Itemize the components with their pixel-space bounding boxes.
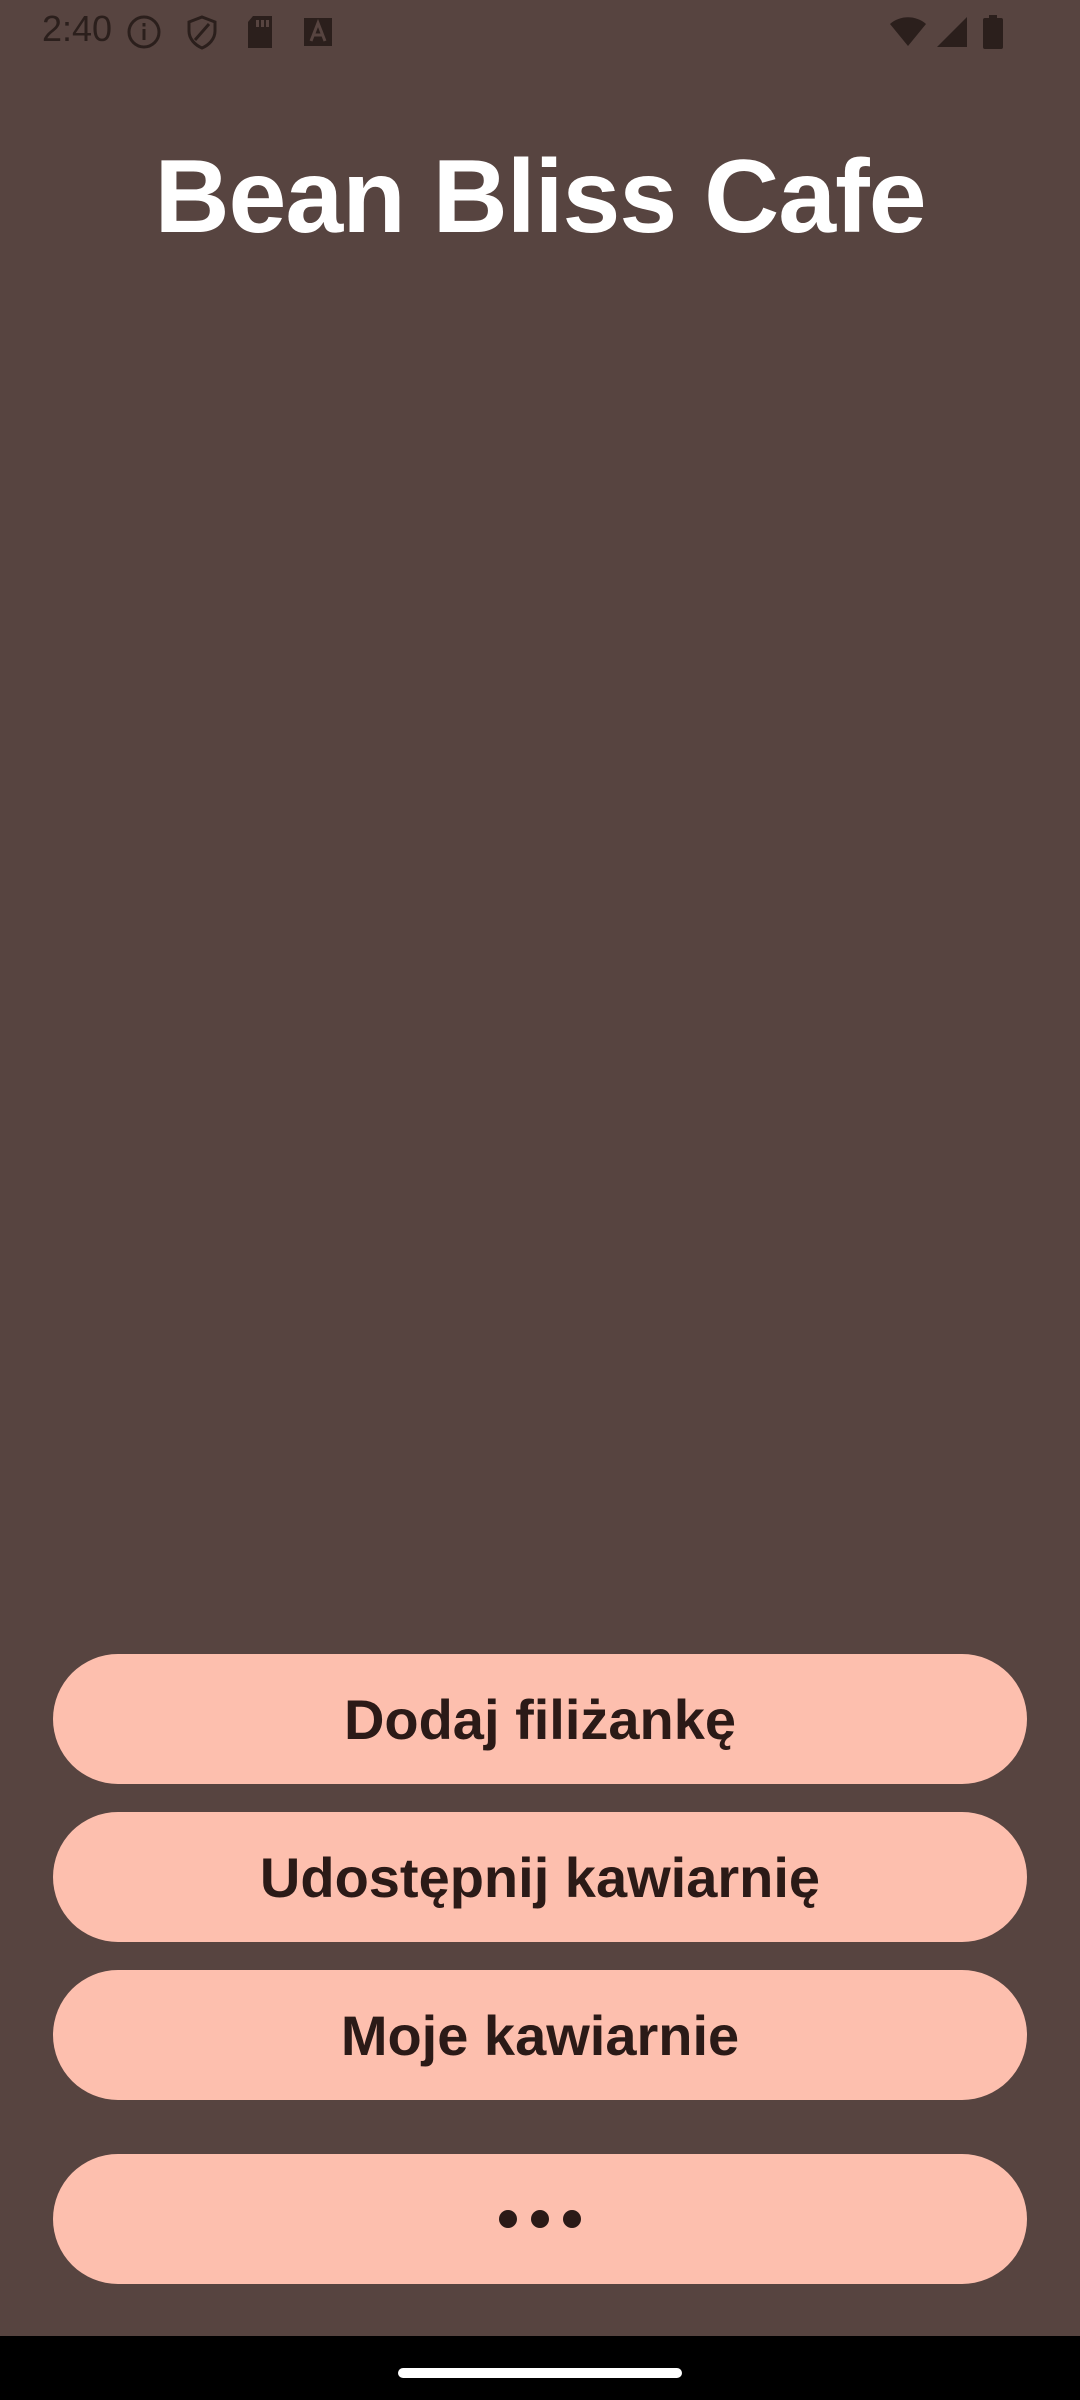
dot (499, 2210, 517, 2228)
my-cafes-button[interactable]: Moje kawiarnie (53, 1970, 1027, 2100)
add-cup-button[interactable]: Dodaj filiżankę (53, 1654, 1027, 1784)
wifi-icon (888, 14, 928, 55)
battery-icon (982, 14, 1004, 55)
more-button[interactable] (53, 2154, 1027, 2284)
dot (531, 2210, 549, 2228)
more-horizontal-icon (499, 2210, 581, 2228)
app-title: Bean Bliss Cafe (154, 139, 926, 255)
share-cafe-button[interactable]: Udostępnij kawiarnię (53, 1812, 1027, 1942)
sd-card-icon (244, 14, 276, 55)
status-bar: 2:40 (0, 0, 1080, 64)
font-a-icon (302, 14, 334, 55)
navigation-bar (0, 2336, 1080, 2400)
shield-icon (184, 14, 220, 55)
info-icon (126, 14, 162, 55)
status-time: 2:40 (42, 8, 113, 49)
dot (563, 2210, 581, 2228)
home-gesture-handle[interactable] (398, 2368, 682, 2378)
cell-signal-icon (934, 14, 970, 55)
